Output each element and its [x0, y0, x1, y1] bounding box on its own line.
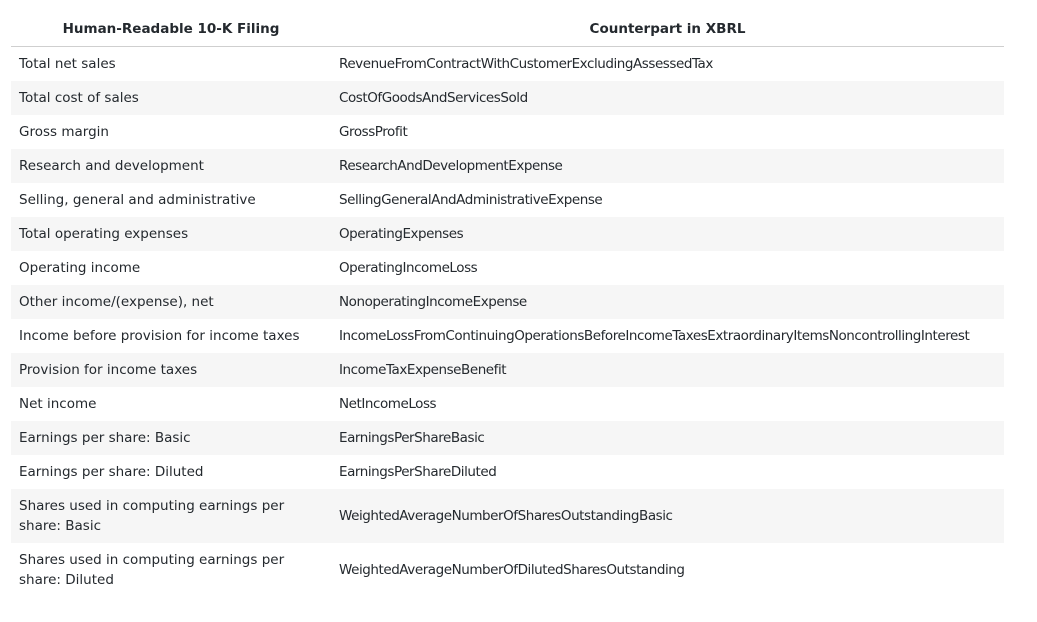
label-cell: Total operating expenses	[11, 217, 331, 251]
table-row: Gross margin GrossProfit	[11, 115, 1004, 149]
table-row: Net income NetIncomeLoss	[11, 387, 1004, 421]
table-row: Income before provision for income taxes…	[11, 319, 1004, 353]
table-row: Operating income OperatingIncomeLoss	[11, 251, 1004, 285]
xbrl-tag-cell: EarningsPerShareDiluted	[339, 464, 497, 480]
label-cell: Operating income	[19, 260, 141, 276]
xbrl-tag-cell: WeightedAverageNumberOfSharesOutstanding…	[331, 489, 1004, 543]
label-cell: Other income/(expense), net	[11, 285, 331, 319]
label-cell: Gross margin	[19, 124, 109, 140]
xbrl-tag-cell: WeightedAverageNumberOfDilutedSharesOuts…	[339, 562, 685, 578]
table-row: Research and development ResearchAndDeve…	[11, 149, 1004, 183]
label-cell: Net income	[19, 396, 97, 412]
table-row: Provision for income taxes IncomeTaxExpe…	[11, 353, 1004, 387]
label-cell: Earnings per share: Diluted	[19, 464, 204, 480]
xbrl-tag-cell: ResearchAndDevelopmentExpense	[331, 149, 1004, 183]
header-row: Human-Readable 10-K Filing Counterpart i…	[11, 11, 1004, 47]
table-row: Total operating expenses OperatingExpens…	[11, 217, 1004, 251]
header-human-readable: Human-Readable 10-K Filing	[11, 11, 331, 47]
table-header: Human-Readable 10-K Filing Counterpart i…	[11, 11, 1004, 47]
xbrl-tag-cell: NonoperatingIncomeExpense	[331, 285, 1004, 319]
table-row: Earnings per share: Basic EarningsPerSha…	[11, 421, 1004, 455]
label-cell: Shares used in computing earnings per sh…	[19, 552, 285, 588]
label-cell: Provision for income taxes	[11, 353, 331, 387]
table-row: Shares used in computing earnings per sh…	[11, 543, 1004, 597]
xbrl-tag-cell: SellingGeneralAndAdministrativeExpense	[339, 192, 603, 208]
xbrl-tag-cell: IncomeLossFromContinuingOperationsBefore…	[339, 328, 970, 344]
label-cell: Selling, general and administrative	[19, 192, 256, 208]
table-row: Shares used in computing earnings per sh…	[11, 489, 1004, 543]
xbrl-tag-cell: IncomeTaxExpenseBenefit	[331, 353, 1004, 387]
label-cell: Research and development	[11, 149, 331, 183]
xbrl-tag-cell: NetIncomeLoss	[339, 396, 437, 412]
label-cell: Total net sales	[19, 56, 116, 72]
table-row: Other income/(expense), net Nonoperating…	[11, 285, 1004, 319]
table-row: Earnings per share: Diluted EarningsPerS…	[11, 455, 1004, 489]
table-row: Selling, general and administrative Sell…	[11, 183, 1004, 217]
xbrl-tag-cell: OperatingExpenses	[331, 217, 1004, 251]
header-xbrl-counterpart: Counterpart in XBRL	[331, 11, 1004, 47]
table-body: Total net sales RevenueFromContractWithC…	[11, 47, 1004, 598]
xbrl-tag-cell: OperatingIncomeLoss	[339, 260, 478, 276]
label-cell: Income before provision for income taxes	[19, 328, 300, 344]
xbrl-tag-cell: GrossProfit	[339, 124, 408, 140]
label-cell: Shares used in computing earnings per sh…	[11, 489, 331, 543]
table-row: Total net sales RevenueFromContractWithC…	[11, 47, 1004, 82]
label-cell: Earnings per share: Basic	[11, 421, 331, 455]
table-row: Total cost of sales CostOfGoodsAndServic…	[11, 81, 1004, 115]
xbrl-tag-cell: RevenueFromContractWithCustomerExcluding…	[339, 56, 713, 72]
xbrl-tag-cell: EarningsPerShareBasic	[331, 421, 1004, 455]
xbrl-tag-cell: CostOfGoodsAndServicesSold	[331, 81, 1004, 115]
label-cell: Total cost of sales	[11, 81, 331, 115]
xbrl-mapping-table: Human-Readable 10-K Filing Counterpart i…	[11, 11, 1004, 597]
